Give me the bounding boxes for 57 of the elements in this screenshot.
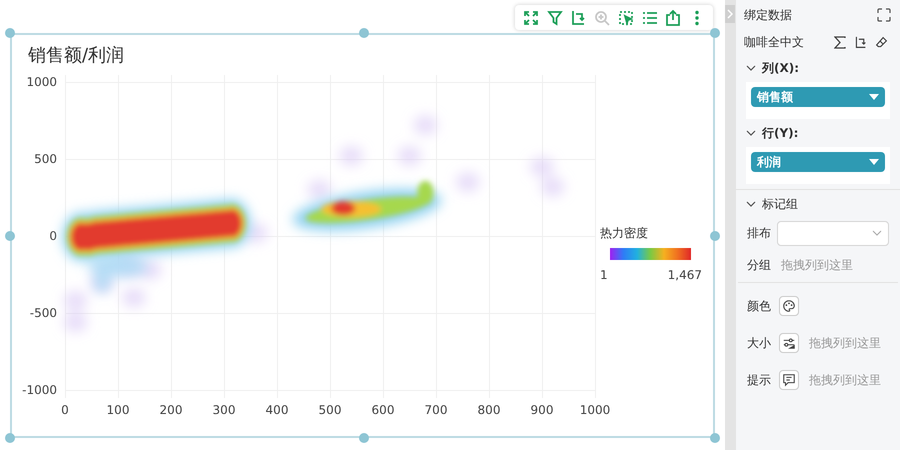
x-axis-label: 0 bbox=[60, 404, 70, 416]
caret-icon bbox=[869, 94, 879, 100]
palette-icon[interactable] bbox=[779, 296, 799, 316]
section-title: 标记组 bbox=[762, 196, 798, 213]
encoding-label: 大小 bbox=[747, 335, 771, 352]
resize-handle[interactable] bbox=[359, 433, 369, 443]
y-axis-label: 1000 bbox=[26, 76, 57, 88]
x-axis-label: 100 bbox=[106, 404, 130, 416]
legend-title: 热力密度 bbox=[600, 225, 649, 242]
shelf-label: 列(X): bbox=[762, 60, 800, 77]
drop-hint: 拖拽列到这里 bbox=[781, 257, 853, 274]
x-axis-label: 300 bbox=[212, 404, 236, 416]
density-blob bbox=[88, 256, 148, 292]
chevron-icon bbox=[872, 230, 882, 236]
y-axis-label: 0 bbox=[49, 230, 57, 242]
resize-handle[interactable] bbox=[710, 231, 720, 241]
field-dropdown[interactable]: 销售额 bbox=[751, 87, 885, 107]
resize-handle[interactable] bbox=[5, 433, 15, 443]
caret-icon bbox=[869, 159, 879, 165]
x-axis-label: 900 bbox=[530, 404, 554, 416]
dataset-name: 咖啡全中文 bbox=[744, 34, 804, 51]
chevron-icon[interactable] bbox=[746, 199, 756, 209]
resize-handle[interactable] bbox=[359, 28, 369, 38]
tooltip-icon[interactable] bbox=[779, 370, 799, 390]
drop-hint: 拖拽列到这里 bbox=[809, 372, 881, 389]
panel-title: 绑定数据 bbox=[744, 7, 792, 24]
sum-icon[interactable] bbox=[834, 36, 846, 48]
legend-min-label: 1 bbox=[600, 267, 608, 284]
size-slider-icon[interactable] bbox=[779, 333, 799, 353]
resize-handle[interactable] bbox=[710, 433, 720, 443]
chart-title: 销售额/利润 bbox=[28, 44, 124, 68]
encoding-label: 提示 bbox=[747, 372, 771, 389]
x-axis-label: 400 bbox=[264, 404, 290, 416]
drop-hint: 拖拽列到这里 bbox=[809, 335, 881, 352]
layout-label: 排布 bbox=[747, 225, 771, 242]
encoding-label: 颜色 bbox=[747, 298, 771, 315]
y-axis-label: -500 bbox=[30, 307, 57, 319]
x-axis-label: 600 bbox=[370, 404, 396, 416]
resize-handle[interactable] bbox=[710, 28, 720, 38]
y-axis-label: -1000 bbox=[22, 384, 57, 396]
resize-handle[interactable] bbox=[5, 231, 15, 241]
resize-handle[interactable] bbox=[5, 28, 15, 38]
shelf-label: 行(Y): bbox=[762, 125, 798, 142]
chevron-icon[interactable] bbox=[746, 63, 756, 73]
legend-max-label: 1,467 bbox=[668, 267, 702, 284]
chevron-icon[interactable] bbox=[746, 128, 756, 138]
x-axis-label: 800 bbox=[476, 404, 502, 416]
x-axis-label: 500 bbox=[318, 404, 342, 416]
x-axis-label: 700 bbox=[424, 404, 448, 416]
chevron-icon bbox=[727, 9, 733, 19]
x-axis-label: 200 bbox=[158, 404, 184, 416]
x-axis-label: 1000 bbox=[578, 404, 612, 416]
field-dropdown[interactable]: 利润 bbox=[751, 152, 885, 172]
group-label: 分组 bbox=[747, 257, 771, 274]
eraser-icon[interactable] bbox=[875, 36, 888, 48]
y-axis-label: 500 bbox=[34, 153, 57, 165]
swap-axes-icon[interactable] bbox=[854, 36, 867, 48]
